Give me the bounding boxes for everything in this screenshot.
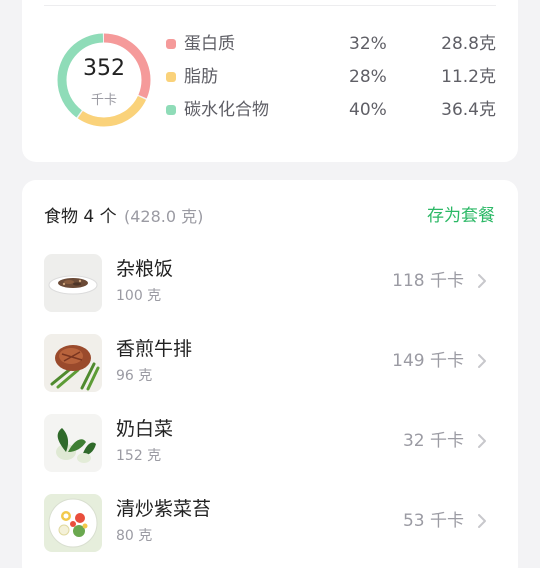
chevron-right-icon (478, 274, 486, 288)
food-name: 清炒紫菜苔 (116, 498, 212, 520)
macro-row-fat: 脂肪 28% 11.2克 (164, 66, 496, 88)
food-weight: 80 克 (116, 528, 153, 544)
food-item[interactable]: 奶白菜 152 克 32 千卡 (22, 408, 518, 476)
food-kcal: 149 千卡 (392, 351, 464, 371)
bok-choy-icon (44, 414, 102, 472)
food-name: 香煎牛排 (116, 338, 193, 360)
salad-plate-icon (44, 494, 102, 552)
macro-name: 蛋白质 (184, 34, 235, 54)
food-item[interactable]: 清炒紫菜苔 80 克 53 千卡 (22, 488, 518, 556)
macro-percent: 32% (349, 34, 387, 54)
macro-percent: 40% (349, 100, 387, 120)
food-list-card: 食物 4 个 (428.0 克) 存为套餐 杂粮饭 100 克 118 千卡 香… (22, 180, 518, 568)
macro-row-carbs: 碳水化合物 40% 36.4克 (164, 99, 496, 121)
food-weight: 152 克 (116, 448, 162, 464)
macro-percent: 28% (349, 67, 387, 87)
food-item[interactable]: 香煎牛排 96 克 149 千卡 (22, 328, 518, 396)
macro-amount: 28.8克 (441, 34, 496, 54)
steak-with-asparagus-icon (44, 334, 102, 392)
food-name: 杂粮饭 (116, 258, 174, 280)
total-kcal-unit: 千卡 (90, 93, 117, 108)
fat-color-dot (166, 72, 176, 82)
food-kcal: 53 千卡 (402, 511, 464, 531)
chevron-right-icon (478, 354, 486, 368)
macro-amount: 11.2克 (441, 67, 496, 87)
chevron-right-icon (478, 434, 486, 448)
nutrition-summary-card: 352 千卡 蛋白质 32% 28.8克 脂肪 28% 11.2克 碳水化合物 … (22, 0, 518, 162)
food-name: 奶白菜 (116, 418, 174, 440)
food-count-title: 食物 4 个 (44, 207, 117, 227)
macro-row-protein: 蛋白质 32% 28.8克 (164, 33, 496, 55)
chevron-right-icon (478, 514, 486, 528)
macro-name: 碳水化合物 (184, 100, 269, 120)
grain-rice-plate-icon (44, 254, 102, 312)
food-kcal: 118 千卡 (392, 271, 464, 291)
save-as-meal-button[interactable]: 存为套餐 (427, 205, 495, 227)
divider (44, 5, 496, 6)
food-total-weight: (428.0 克) (124, 207, 204, 226)
carbs-color-dot (166, 105, 176, 115)
page: 352 千卡 蛋白质 32% 28.8克 脂肪 28% 11.2克 碳水化合物 … (0, 0, 540, 568)
food-item[interactable]: 杂粮饭 100 克 118 千卡 (22, 248, 518, 316)
food-weight: 100 克 (116, 288, 162, 304)
macro-name: 脂肪 (184, 67, 218, 87)
total-kcal-value: 352 (83, 56, 125, 81)
food-weight: 96 克 (116, 368, 153, 384)
protein-color-dot (166, 39, 176, 49)
macro-amount: 36.4克 (441, 100, 496, 120)
food-kcal: 32 千卡 (402, 431, 464, 451)
